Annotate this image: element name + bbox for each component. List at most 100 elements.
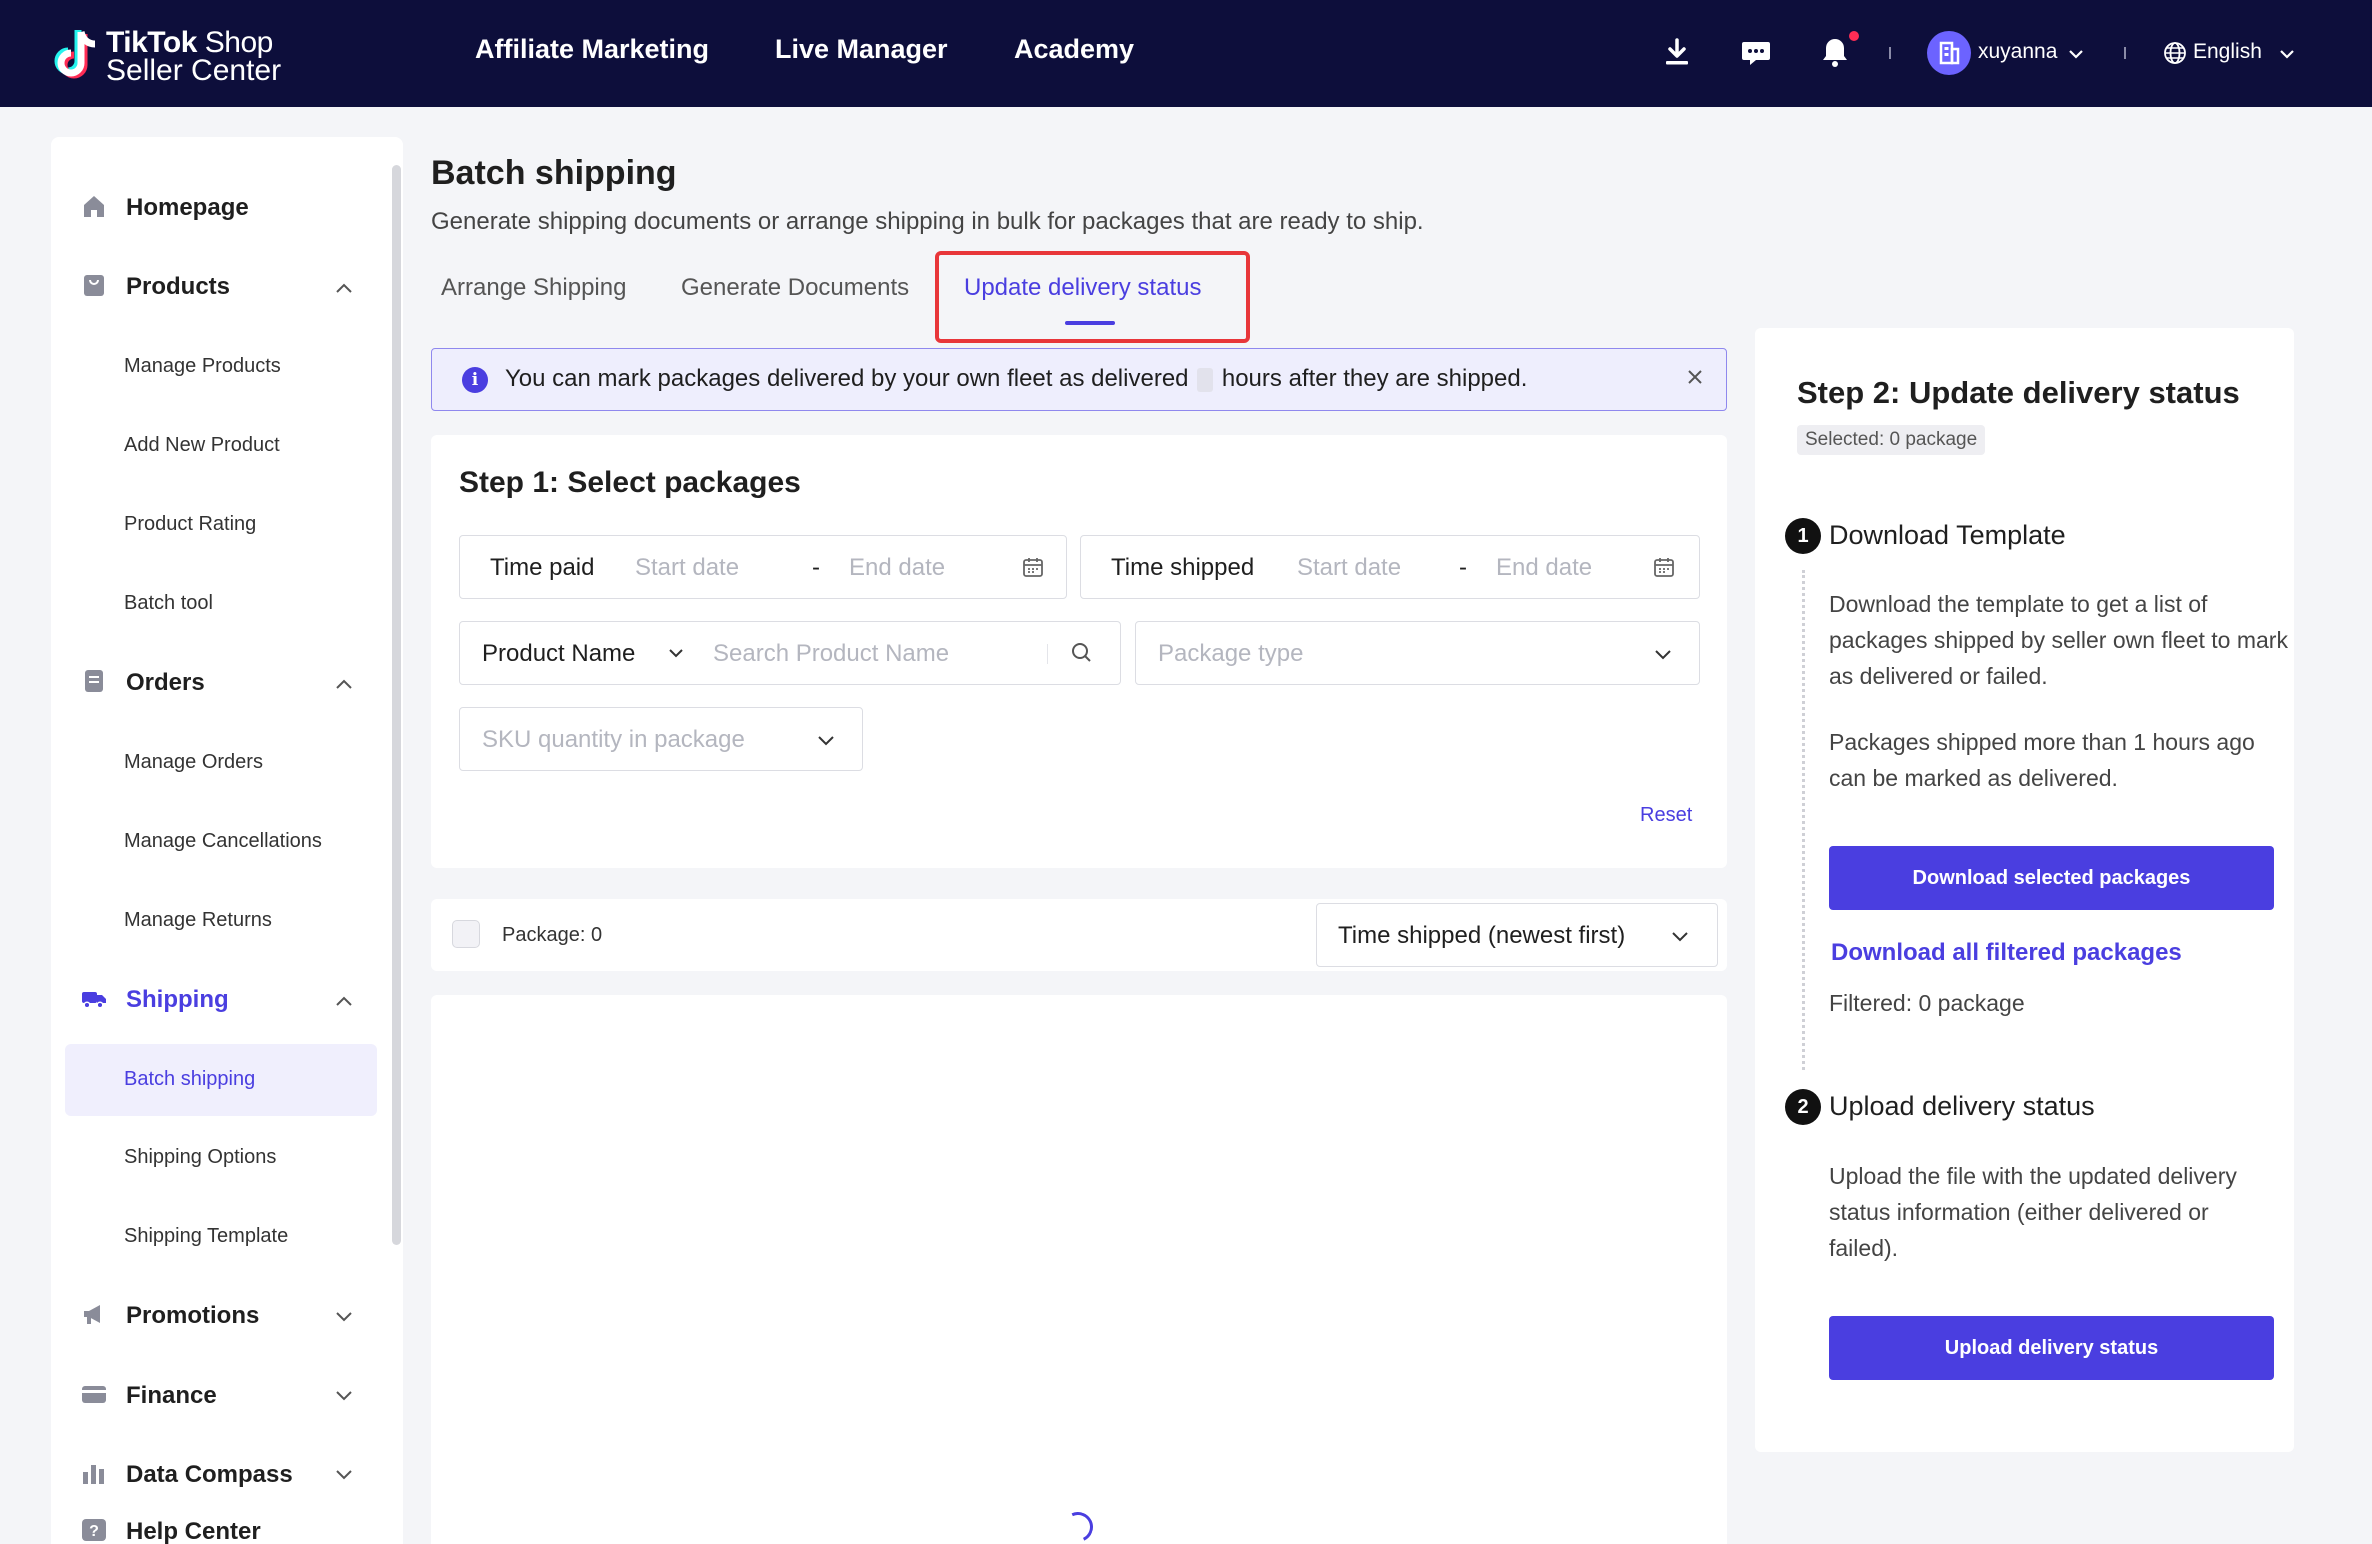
download-all-filtered-link[interactable]: Download all filtered packages [1831,939,2182,967]
sidebar-item-product-rating[interactable]: Product Rating [124,513,446,536]
delivery-hours-note: Packages shipped more than 1 hours ago c… [1829,729,2255,791]
nav-affiliate-marketing[interactable]: Affiliate Marketing [475,34,709,65]
upload-status-description: Upload the file with the updated deliver… [1829,1163,2237,1261]
select-all-checkbox[interactable] [452,920,480,948]
tab-arrange-shipping[interactable]: Arrange Shipping [441,274,626,302]
divider [2124,47,2126,59]
divider [1889,47,1891,59]
download-icon[interactable] [1659,34,1695,70]
step-number-1: 1 [1785,518,1821,554]
divider [1047,644,1048,664]
step1-title: Step 1: Select packages [459,466,801,499]
chevron-up-icon[interactable] [333,674,355,696]
svg-text:?: ? [89,1523,99,1540]
building-icon [1939,41,1960,65]
upload-delivery-status-button[interactable]: Upload delivery status [1829,1316,2274,1380]
download-selected-button[interactable]: Download selected packages [1829,846,2274,910]
tiktok-logo-icon [54,30,96,79]
chevron-down-icon[interactable] [666,643,686,663]
sidebar-item-batch-shipping[interactable]: Batch shipping [124,1068,446,1091]
user-name[interactable]: xuyanna [1978,40,2057,64]
hours-placeholder [1197,367,1214,392]
range-separator: - [812,554,820,581]
time-paid-range[interactable]: Time paid Start date - End date [459,535,1067,599]
calendar-icon[interactable] [1021,555,1045,579]
calendar-icon[interactable] [1652,555,1676,579]
search-icon[interactable] [1070,641,1094,665]
card-icon [82,1386,106,1403]
chevron-down-icon[interactable] [2277,44,2297,64]
avatar[interactable] [1927,31,1971,75]
sidebar-item-shipping-options[interactable]: Shipping Options [124,1146,446,1169]
home-icon [84,196,104,217]
package-type-select[interactable]: Package type [1135,621,1700,685]
tab-generate-documents[interactable]: Generate Documents [681,274,909,302]
step2-title: Step 2: Update delivery status [1797,375,2240,410]
time-shipped-label: Time shipped [1111,554,1255,581]
step-number-2: 2 [1785,1089,1821,1125]
bell-icon[interactable] [1817,34,1853,70]
sku-quantity-placeholder: SKU quantity in package [482,726,745,753]
package-count: Package: 0 [502,924,603,946]
truck-icon [82,992,106,1009]
sidebar-item-shipping-template[interactable]: Shipping Template [124,1225,446,1248]
product-search-input[interactable]: Search Product Name [713,640,949,668]
time-paid-end[interactable]: End date [849,554,945,582]
nav-live-manager[interactable]: Live Manager [775,34,948,65]
page-title: Batch shipping [431,154,677,192]
package-type-placeholder: Package type [1158,640,1304,667]
time-paid-label: Time paid [490,554,595,581]
chevron-up-icon[interactable] [333,991,355,1013]
sort-value: Time shipped (newest first) [1338,922,1626,949]
bag-icon [84,275,104,296]
sidebar-item-add-new-product[interactable]: Add New Product [124,434,446,457]
sidebar-item-batch-tool[interactable]: Batch tool [124,592,446,615]
megaphone-icon [84,1305,100,1324]
sidebar-item-manage-products[interactable]: Manage Products [124,355,446,378]
bar-chart-icon [83,1465,104,1484]
range-separator: - [1459,554,1467,581]
page-subtitle: Generate shipping documents or arrange s… [431,208,1424,235]
chevron-down-icon[interactable] [1669,925,1691,947]
product-search-field[interactable]: Product Name Search Product Name [459,621,1121,685]
banner-message: You can mark packages delivered by your … [505,365,1528,392]
chevron-down-icon[interactable] [1652,643,1674,665]
nav-academy[interactable]: Academy [1014,34,1134,65]
package-list-area [431,995,1727,1544]
language-selector[interactable]: English [2193,40,2262,64]
time-paid-start[interactable]: Start date [635,554,739,582]
step-connector [1802,570,1805,1070]
download-template-heading: Download Template [1829,520,2066,550]
chevron-down-icon[interactable] [333,1305,355,1327]
info-banner: i You can mark packages delivered by you… [431,348,1727,411]
filtered-count: Filtered: 0 package [1829,990,2025,1016]
upload-status-heading: Upload delivery status [1829,1091,2095,1121]
sku-quantity-select[interactable]: SKU quantity in package [459,707,863,771]
product-filter-select[interactable]: Product Name [482,640,635,668]
message-icon[interactable] [1738,34,1774,70]
chevron-up-icon[interactable] [333,278,355,300]
download-template-description: Download the template to get a list of p… [1829,591,2288,689]
logo-subtitle: Seller Center [106,54,282,87]
globe-icon[interactable] [2163,41,2187,65]
orders-icon [85,670,103,692]
sidebar-item-manage-cancellations[interactable]: Manage Cancellations [124,830,446,853]
close-icon[interactable] [1683,365,1707,389]
top-bar: TikTok Shop Seller Center Affiliate Mark… [0,0,2372,107]
sort-select[interactable]: Time shipped (newest first) [1316,903,1718,967]
chevron-down-icon[interactable] [815,729,837,751]
annotation-highlight-box [935,251,1250,343]
notification-dot [1849,31,1859,41]
tiktok-shop-logo[interactable]: TikTok Shop Seller Center [50,24,282,87]
chevron-down-icon[interactable] [333,1463,355,1485]
sidebar-item-manage-returns[interactable]: Manage Returns [124,909,446,932]
chevron-down-icon[interactable] [2066,44,2086,64]
help-icon: ? [82,1519,106,1541]
chevron-down-icon[interactable] [333,1384,355,1406]
time-shipped-end[interactable]: End date [1496,554,1592,582]
sidebar-item-manage-orders[interactable]: Manage Orders [124,751,446,774]
reset-button[interactable]: Reset [1640,804,1692,827]
time-shipped-range[interactable]: Time shipped Start date - End date [1080,535,1700,599]
time-shipped-start[interactable]: Start date [1297,554,1401,582]
selected-count-badge: Selected: 0 package [1797,425,1986,455]
